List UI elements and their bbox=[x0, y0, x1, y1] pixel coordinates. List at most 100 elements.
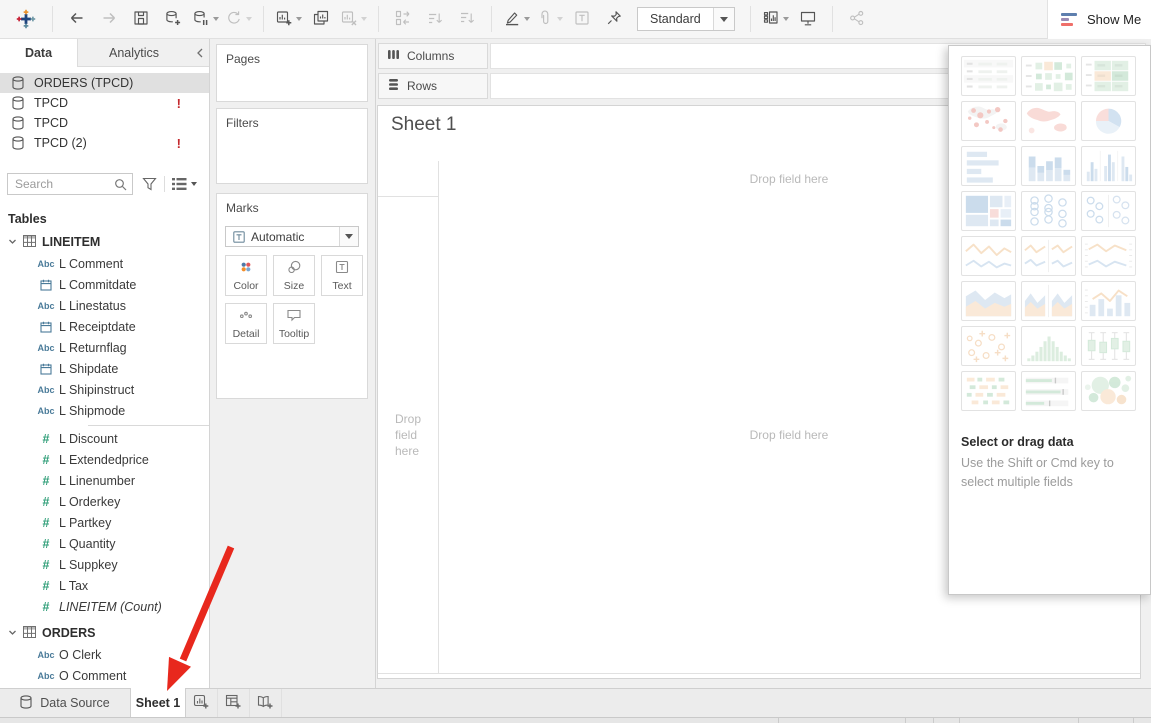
tooltip-icon bbox=[285, 306, 303, 327]
sort-ascending-button bbox=[420, 4, 450, 34]
marks-detail-button[interactable]: Detail bbox=[225, 303, 267, 344]
fit-selector[interactable]: Standard bbox=[637, 7, 735, 31]
fix-axes-button[interactable] bbox=[599, 4, 629, 34]
field-item[interactable]: Abc O Clerk bbox=[0, 644, 209, 665]
pause-auto-updates-button[interactable] bbox=[190, 4, 221, 34]
field-item[interactable]: L Receiptdate bbox=[0, 316, 209, 337]
table-header[interactable]: ORDERS bbox=[0, 622, 209, 644]
field-label: L Linenumber bbox=[58, 474, 135, 488]
show-me-button[interactable]: Show Me bbox=[1047, 0, 1151, 39]
highlight-button[interactable] bbox=[501, 4, 532, 34]
rows-icon bbox=[387, 78, 400, 94]
undo-button[interactable] bbox=[62, 4, 92, 34]
marks-buttons: Color Size Text Detail Tooltip bbox=[225, 255, 363, 344]
new-worksheet-button[interactable] bbox=[273, 4, 304, 34]
showme-circle-views-thumbnail bbox=[1021, 191, 1076, 231]
number-field-icon: # bbox=[34, 432, 58, 446]
field-item[interactable]: # LINEITEM (Count) bbox=[0, 596, 209, 617]
marks-text-button[interactable]: Text bbox=[321, 255, 363, 296]
field-item[interactable]: Abc L Comment bbox=[0, 253, 209, 274]
table-header[interactable]: LINEITEM bbox=[0, 231, 209, 253]
field-item[interactable]: # L Tax bbox=[0, 575, 209, 596]
show-me-panel: Select or drag data Use the Shift or Cmd… bbox=[948, 45, 1151, 595]
datasource-item[interactable]: TPCD bbox=[0, 113, 209, 133]
field-item[interactable]: Abc L Linestatus bbox=[0, 295, 209, 316]
tab-analytics[interactable]: Analytics bbox=[78, 39, 190, 66]
field-item[interactable]: # L Orderkey bbox=[0, 491, 209, 512]
field-item[interactable]: # L Extendedprice bbox=[0, 449, 209, 470]
marks-color-button[interactable]: Color bbox=[225, 255, 267, 296]
number-field-icon: # bbox=[34, 516, 58, 530]
chevron-down-icon bbox=[191, 182, 197, 186]
show-hide-cards-button[interactable] bbox=[760, 4, 791, 34]
dimension-measure-divider bbox=[88, 421, 209, 426]
show-me-grid bbox=[961, 56, 1136, 411]
toolbar-separator bbox=[263, 6, 264, 32]
field-label: L Tax bbox=[58, 579, 88, 593]
field-item[interactable]: # L Partkey bbox=[0, 512, 209, 533]
pause-auto-updates-icon bbox=[192, 9, 210, 30]
run-auto-update-icon bbox=[225, 9, 243, 30]
group-members-icon bbox=[536, 9, 554, 30]
mark-type-dropdown[interactable]: Automatic bbox=[225, 226, 359, 247]
field-item[interactable]: # L Suppkey bbox=[0, 554, 209, 575]
collapse-pane-icon[interactable] bbox=[190, 39, 209, 66]
datasource-item[interactable]: ORDERS (TPCD) bbox=[0, 73, 209, 93]
field-item[interactable]: # L Linenumber bbox=[0, 470, 209, 491]
view-options-icon[interactable] bbox=[172, 178, 197, 190]
filter-fields-icon[interactable] bbox=[142, 177, 157, 191]
datasource-item[interactable]: TPCD (2) ! bbox=[0, 133, 209, 153]
field-item[interactable]: # L Quantity bbox=[0, 533, 209, 554]
save-icon bbox=[132, 9, 150, 30]
datasource-label: TPCD (2) bbox=[34, 136, 87, 150]
chevron-down-icon[interactable] bbox=[339, 227, 358, 246]
showme-dual-lines-thumbnail bbox=[1081, 236, 1136, 276]
chevron-down-icon[interactable] bbox=[8, 626, 17, 640]
save-button[interactable] bbox=[126, 4, 156, 34]
show-me-label: Show Me bbox=[1087, 12, 1141, 27]
columns-label-text: Columns bbox=[407, 49, 454, 63]
field-item[interactable]: Abc L Shipmode bbox=[0, 400, 209, 421]
new-data-source-button[interactable] bbox=[158, 4, 188, 34]
search-icon bbox=[114, 178, 127, 191]
presentation-mode-button[interactable] bbox=[793, 4, 823, 34]
text-field-icon: Abc bbox=[34, 301, 58, 311]
field-item[interactable]: L Commitdate bbox=[0, 274, 209, 295]
text-field-icon: Abc bbox=[34, 343, 58, 353]
marks-tooltip-button[interactable]: Tooltip bbox=[273, 303, 315, 344]
chevron-down-icon[interactable] bbox=[8, 235, 17, 249]
new-dashboard-button[interactable] bbox=[218, 689, 250, 717]
search-input[interactable]: Search bbox=[7, 173, 133, 195]
toolbar-separator bbox=[491, 6, 492, 32]
tab-data-source[interactable]: Data Source bbox=[0, 689, 130, 717]
columns-shelf-label: Columns bbox=[378, 43, 488, 69]
field-item[interactable]: # L Discount bbox=[0, 428, 209, 449]
new-story-button[interactable] bbox=[250, 689, 282, 717]
undo-icon bbox=[68, 9, 86, 30]
field-label: L Returnflag bbox=[58, 341, 127, 355]
date-field-icon bbox=[34, 279, 58, 291]
drop-zone-rows[interactable]: Drop field here bbox=[378, 196, 438, 673]
field-label: L Suppkey bbox=[58, 558, 118, 572]
field-label: L Shipdate bbox=[58, 362, 118, 376]
field-item[interactable]: L Shipdate bbox=[0, 358, 209, 379]
show-me-title: Select or drag data bbox=[961, 435, 1074, 449]
new-worksheet-button[interactable] bbox=[186, 689, 218, 717]
pages-shelf[interactable]: Pages bbox=[216, 44, 368, 102]
field-item[interactable]: Abc L Shipinstruct bbox=[0, 379, 209, 400]
number-field-icon: # bbox=[34, 537, 58, 551]
duplicate-sheet-button[interactable] bbox=[306, 4, 336, 34]
datasource-item[interactable]: TPCD ! bbox=[0, 93, 209, 113]
field-label: L Linestatus bbox=[58, 299, 126, 313]
field-item[interactable]: Abc L Returnflag bbox=[0, 337, 209, 358]
chevron-down-icon bbox=[524, 17, 530, 21]
tab-data[interactable]: Data bbox=[0, 39, 78, 67]
data-pane-tabs: Data Analytics bbox=[0, 39, 209, 67]
chevron-down-icon[interactable] bbox=[713, 8, 734, 30]
field-item[interactable]: Abc O Comment bbox=[0, 665, 209, 686]
datasource-label: TPCD bbox=[34, 116, 68, 130]
marks-size-button[interactable]: Size bbox=[273, 255, 315, 296]
filters-shelf[interactable]: Filters bbox=[216, 108, 368, 184]
tableau-workbook-window: Standard Show Me Data Analytics ORDERS (… bbox=[0, 0, 1151, 723]
tab-sheet-1[interactable]: Sheet 1 bbox=[130, 688, 186, 717]
